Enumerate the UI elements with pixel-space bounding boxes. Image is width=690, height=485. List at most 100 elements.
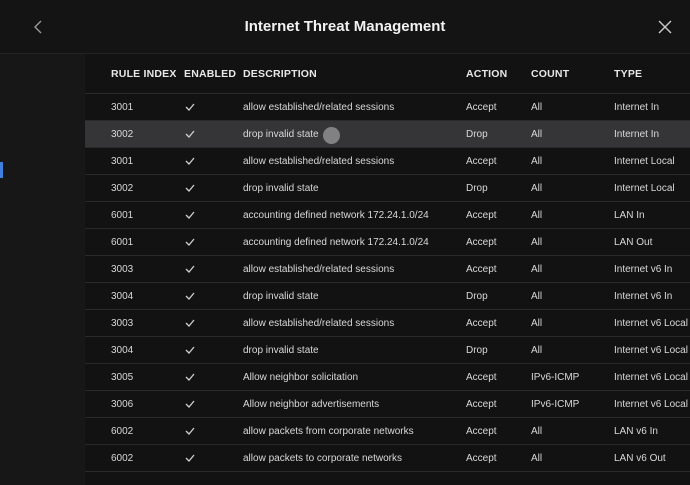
column-header-action[interactable]: ACTION [466,54,526,93]
check-icon [185,211,195,219]
table-row[interactable]: 3002 drop invalid state Drop All Internet Lo… [85,175,690,202]
table-row[interactable]: 6002 allow packets from corporate network… [85,418,690,445]
description-cell: allow packets from corporate networks [243,425,414,437]
close-button[interactable] [652,14,678,40]
enabled-cell [184,445,240,471]
type-cell: LAN v6 In [614,425,658,437]
action-cell: Drop [466,128,488,140]
column-header-rule-index[interactable]: RULE INDEX [111,54,176,93]
description-cell: drop invalid state [243,182,319,194]
enabled-cell [184,256,240,282]
chevron-left-icon [34,20,42,34]
rule-index-cell: 3006 [111,398,134,410]
check-icon [185,319,195,327]
enabled-cell [184,364,240,390]
rule-index-cell: 6002 [111,452,134,464]
action-cell: Accept [466,209,497,221]
description-cell: Allow neighbor advertisements [243,398,380,410]
type-cell: Internet Local [614,155,675,167]
enabled-cell [184,418,240,444]
check-icon [185,292,195,300]
app-window: Internet Threat Management RULE INDEX EN… [0,0,690,485]
action-cell: Drop [466,290,488,302]
column-header-description[interactable]: DESCRIPTION [243,54,463,93]
description-cell: allow established/related sessions [243,317,395,329]
rules-table: RULE INDEX ENABLED DESCRIPTION ACTION CO… [85,54,690,485]
action-cell: Accept [466,452,497,464]
enabled-cell [184,121,240,147]
table-row[interactable]: 3005 Allow neighbor solicitation Accept IPv… [85,364,690,391]
table-row[interactable]: 3001 allow established/related sessions Ac… [85,94,690,121]
rule-index-cell: 6001 [111,209,134,221]
check-icon [185,346,195,354]
table-row[interactable]: 3003 allow established/related sessions Ac… [85,310,690,337]
enabled-cell [184,94,240,120]
check-icon [185,265,195,273]
type-cell: Internet v6 Local [614,344,688,356]
rule-index-cell: 3004 [111,290,134,302]
count-cell: All [531,425,543,437]
modal-header: Internet Threat Management [0,0,690,54]
type-cell: Internet v6 Local [614,398,688,410]
action-cell: Accept [466,371,497,383]
count-cell: All [531,182,543,194]
description-cell: drop invalid state [243,128,319,140]
enabled-cell [184,148,240,174]
description-cell: accounting defined network 172.24.1.0/24 [243,236,429,248]
rule-index-cell: 3005 [111,371,134,383]
description-cell: allow established/related sessions [243,263,395,275]
table-row[interactable]: 3006 Allow neighbor advertisements Accept I… [85,391,690,418]
type-cell: Internet In [614,128,660,140]
page-title: Internet Threat Management [244,18,446,35]
action-cell: Accept [466,155,497,167]
column-header-enabled[interactable]: ENABLED [184,54,239,93]
table-row[interactable]: 3004 drop invalid state Drop All Internet v6… [85,283,690,310]
column-header-type[interactable]: TYPE [614,54,690,93]
check-icon [185,157,195,165]
check-icon [185,454,195,462]
description-cell: allow established/related sessions [243,101,395,113]
check-icon [185,238,195,246]
table-row[interactable]: 6001 accounting defined network 172.24.1.… [85,229,690,256]
type-cell: LAN Out [614,236,653,248]
count-cell: All [531,290,543,302]
rule-index-cell: 3004 [111,344,134,356]
enabled-cell [184,391,240,417]
action-cell: Accept [466,317,497,329]
table-header-row: RULE INDEX ENABLED DESCRIPTION ACTION CO… [85,54,690,94]
count-cell: All [531,452,543,464]
table-row[interactable]: 6002 allow packets to corporate networks A… [85,445,690,472]
close-icon [658,20,672,34]
description-cell: allow packets to corporate networks [243,452,402,464]
column-header-count[interactable]: COUNT [531,54,611,93]
check-icon [185,103,195,111]
count-cell: IPv6-ICMP [531,371,580,383]
enabled-cell [184,283,240,309]
count-cell: All [531,263,543,275]
back-button[interactable] [26,14,52,40]
rule-index-cell: 3001 [111,155,134,167]
enabled-cell [184,310,240,336]
type-cell: Internet v6 Local [614,317,688,329]
enabled-cell [184,337,240,363]
enabled-cell [184,175,240,201]
check-icon [185,130,195,138]
table-row[interactable]: 3003 allow established/related sessions Ac… [85,256,690,283]
type-cell: Internet In [614,101,660,113]
count-cell: All [531,344,543,356]
rule-index-cell: 3002 [111,182,134,194]
enabled-cell [184,202,240,228]
table-row[interactable]: 3001 allow established/related sessions Ac… [85,148,690,175]
left-sidebar [0,54,85,485]
type-cell: Internet v6 In [614,263,673,275]
table-row[interactable]: 3004 drop invalid state Drop All Internet v6… [85,337,690,364]
action-cell: Accept [466,398,497,410]
table-row[interactable]: 3002 drop invalid state Drop All Internet In [85,121,690,148]
rule-index-cell: 3003 [111,317,134,329]
rule-index-cell: 6002 [111,425,134,437]
description-cell: accounting defined network 172.24.1.0/24 [243,209,429,221]
count-cell: IPv6-ICMP [531,398,580,410]
action-cell: Drop [466,344,488,356]
table-row[interactable]: 6001 accounting defined network 172.24.1.… [85,202,690,229]
count-cell: All [531,128,543,140]
